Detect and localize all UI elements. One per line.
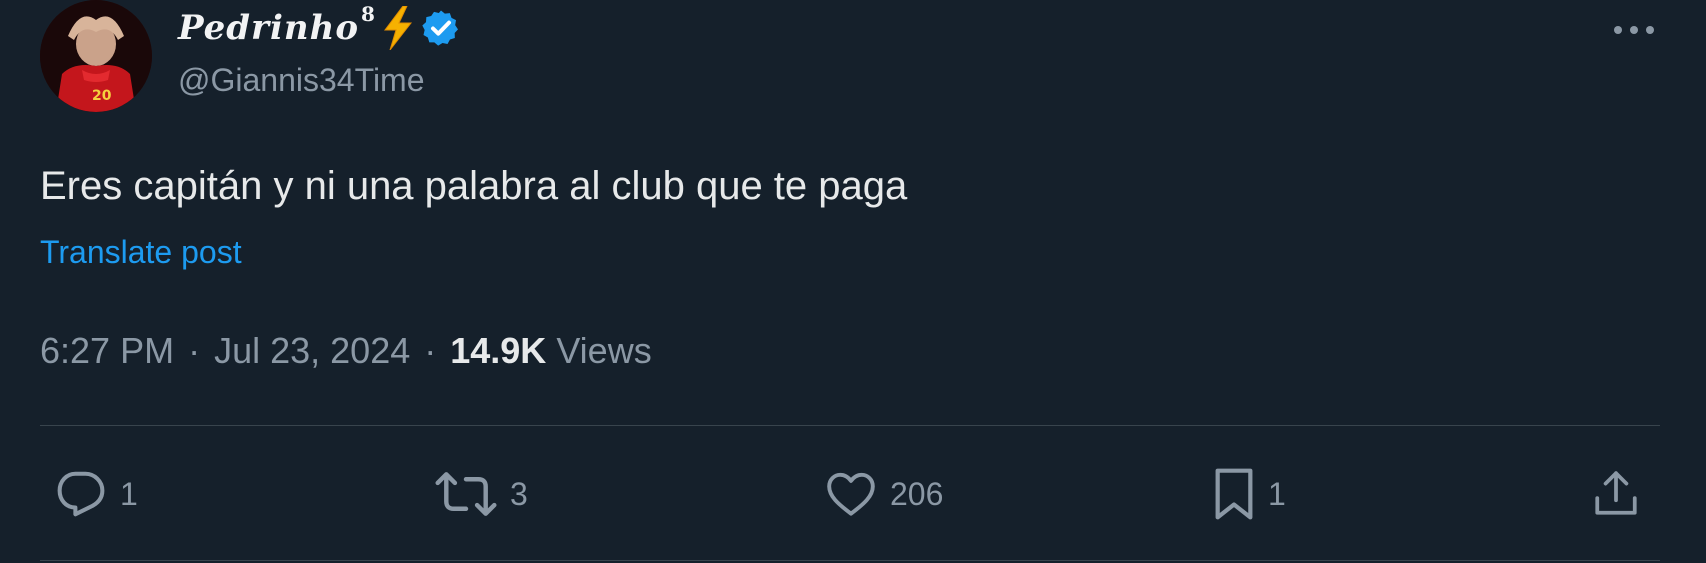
post-card: 20 Pedrinho 8 @Giannis34Time Eres capitá… <box>0 0 1706 563</box>
reply-button[interactable]: 1 <box>54 466 138 522</box>
repost-icon <box>435 472 497 516</box>
bookmark-icon <box>1215 468 1253 520</box>
author-display-name-superscript: 8 <box>361 2 375 26</box>
author-display-name[interactable]: Pedrinho <box>178 8 359 48</box>
like-button[interactable]: 206 <box>824 466 943 522</box>
lightning-bolt-icon <box>381 6 415 50</box>
bookmark-count: 1 <box>1268 475 1286 512</box>
avatar-jersey-number: 20 <box>92 88 112 104</box>
divider <box>40 560 1660 561</box>
avatar-image: 20 <box>40 0 152 112</box>
reply-count: 1 <box>120 475 138 512</box>
divider <box>40 425 1660 426</box>
like-count: 206 <box>890 475 944 512</box>
author-handle[interactable]: @Giannis34Time <box>178 62 425 99</box>
author-display-name-row[interactable]: Pedrinho 8 <box>178 2 461 52</box>
views-count[interactable]: 14.9K <box>450 330 546 372</box>
repost-count: 3 <box>510 475 528 512</box>
post-text: Eres capitán y ni una palabra al club qu… <box>40 164 908 208</box>
bookmark-button[interactable]: 1 <box>1212 466 1286 522</box>
post-date[interactable]: Jul 23, 2024 <box>214 330 410 372</box>
reply-icon <box>57 471 105 517</box>
verified-badge-icon[interactable] <box>421 8 461 48</box>
more-options-button[interactable] <box>1604 12 1664 48</box>
heart-icon <box>827 472 875 516</box>
meta-separator: · <box>424 330 437 371</box>
avatar[interactable]: 20 <box>40 0 152 112</box>
repost-button[interactable]: 3 <box>434 466 528 522</box>
more-horizontal-icon <box>1614 26 1654 34</box>
translate-post-link[interactable]: Translate post <box>40 234 242 271</box>
meta-separator: · <box>188 330 201 371</box>
post-time[interactable]: 6:27 PM <box>40 330 174 372</box>
views-label[interactable]: Views <box>556 330 651 372</box>
post-meta: 6:27 PM · Jul 23, 2024 · 14.9K Views <box>40 330 652 372</box>
share-button[interactable] <box>1592 466 1640 522</box>
share-icon <box>1595 471 1637 515</box>
